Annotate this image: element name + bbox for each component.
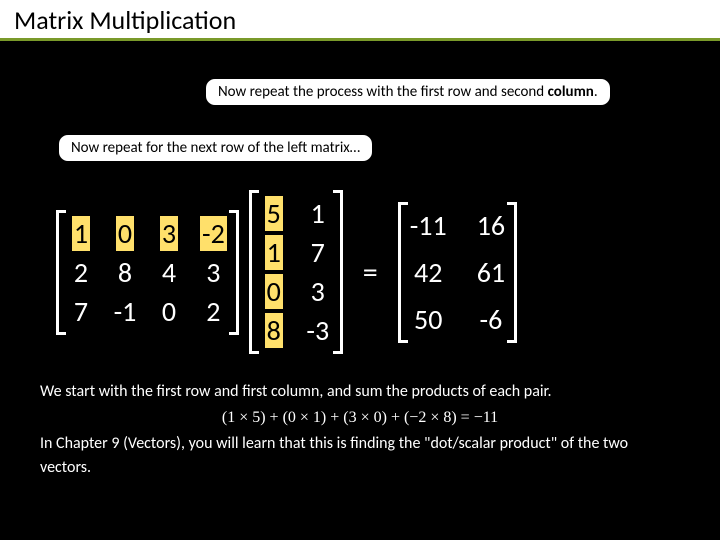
matrix-cell: -1 <box>112 294 138 329</box>
bracket-right <box>333 190 343 354</box>
explain-line-2: In Chapter 9 (Vectors), you will learn t… <box>40 432 680 480</box>
matrix-b: 5117038-3 <box>251 190 341 354</box>
slide-title: Matrix Multiplication <box>0 0 720 41</box>
matrix-cell: 1 <box>261 235 287 270</box>
matrix-cell: 3 <box>156 216 182 251</box>
callout-text: Now repeat the process with the first ro… <box>218 83 548 101</box>
matrix-cell: 1 <box>68 216 94 251</box>
bracket-right <box>507 202 517 343</box>
matrix-cell: 0 <box>112 216 138 251</box>
matrix-cell: 7 <box>305 235 331 270</box>
matrix-cell: 0 <box>261 274 287 309</box>
matrix-cell: -3 <box>305 313 331 348</box>
matrix-cell: 16 <box>477 208 505 243</box>
matrix-cell: -11 <box>410 208 447 243</box>
matrix-cell: 61 <box>477 255 505 290</box>
matrix-cell: 8 <box>261 313 287 348</box>
matrix-cell: 8 <box>112 255 138 290</box>
callout-suffix: . <box>594 83 598 101</box>
matrix-cell: 3 <box>305 274 331 309</box>
matrix-cell: 7 <box>68 294 94 329</box>
matrix-cell: 0 <box>156 294 182 329</box>
callout-bold: column <box>548 83 594 101</box>
bracket-left <box>56 210 66 335</box>
bracket-right <box>229 210 239 335</box>
matrix-cell: 4 <box>156 255 182 290</box>
matrix-cell: 42 <box>410 255 447 290</box>
callout-next-row: Now repeat for the next row of the left … <box>58 134 373 162</box>
explanation-block: We start with the first row and first co… <box>40 380 680 480</box>
explain-line-1: We start with the first row and first co… <box>40 380 680 404</box>
matrix-c: -11 16 42 61 50 -6 <box>400 202 515 343</box>
bracket-left <box>398 202 408 343</box>
matrix-cell: 2 <box>68 255 94 290</box>
matrix-cell: 50 <box>410 302 447 337</box>
matrix-cell: 3 <box>200 255 227 290</box>
matrix-cell: 5 <box>261 196 287 231</box>
matrix-cell: -6 <box>477 302 505 337</box>
callout-row-column: Now repeat the process with the first ro… <box>205 78 611 106</box>
matrix-cell: 1 <box>305 196 331 231</box>
matrix-cell: -2 <box>200 216 227 251</box>
matrix-equation: 103-228437-102 5117038-3 = -1116426150-6 <box>58 190 515 354</box>
matrix-cell: 2 <box>200 294 227 329</box>
equals-sign: = <box>355 254 386 291</box>
bracket-left <box>249 190 259 354</box>
explain-equation: (1 × 5) + (0 × 1) + (3 × 0) + (−2 × 8) =… <box>40 404 680 432</box>
matrix-a: 103-228437-102 <box>58 210 237 335</box>
